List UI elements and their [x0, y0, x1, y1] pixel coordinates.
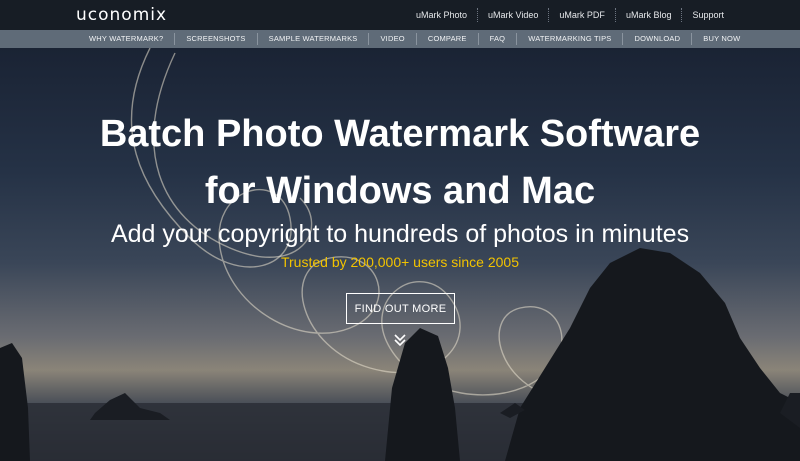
- double-chevron-down-icon[interactable]: [392, 332, 408, 348]
- hero-subtitle: Add your copyright to hundreds of photos…: [110, 220, 690, 248]
- find-out-more-button[interactable]: FIND OUT MORE: [346, 293, 455, 324]
- uconomix-logo[interactable]: uconomix: [76, 5, 167, 25]
- link-umark-pdf[interactable]: uMark PDF: [549, 8, 616, 22]
- top-links: uMark Photo uMark Video uMark PDF uMark …: [406, 0, 724, 30]
- nav-buy-now[interactable]: BUY NOW: [692, 33, 751, 45]
- main-nav: WHY WATERMARK? SCREENSHOTS SAMPLE WATERM…: [0, 30, 800, 48]
- hero-title-line-2: for Windows and Mac: [204, 170, 596, 212]
- nav-faq[interactable]: FAQ: [479, 33, 518, 45]
- top-header: uconomix uMark Photo uMark Video uMark P…: [0, 0, 800, 30]
- nav-compare[interactable]: COMPARE: [417, 33, 479, 45]
- hero-section: Batch Photo Watermark Software for Windo…: [0, 48, 800, 461]
- trust-statement: Trusted by 200,000+ users since 2005: [280, 254, 520, 270]
- nav-watermarking-tips[interactable]: WATERMARKING TIPS: [517, 33, 624, 45]
- hero-title-line-1: Batch Photo Watermark Software: [99, 113, 701, 155]
- link-umark-blog[interactable]: uMark Blog: [616, 8, 683, 22]
- nav-sample-watermarks[interactable]: SAMPLE WATERMARKS: [258, 33, 370, 45]
- nav-download[interactable]: DOWNLOAD: [623, 33, 693, 45]
- nav-screenshots[interactable]: SCREENSHOTS: [175, 33, 258, 45]
- link-support[interactable]: Support: [682, 8, 724, 22]
- nav-why-watermark[interactable]: WHY WATERMARK?: [78, 33, 176, 45]
- link-umark-video[interactable]: uMark Video: [478, 8, 550, 22]
- nav-video[interactable]: VIDEO: [369, 33, 417, 45]
- link-umark-photo[interactable]: uMark Photo: [406, 8, 479, 22]
